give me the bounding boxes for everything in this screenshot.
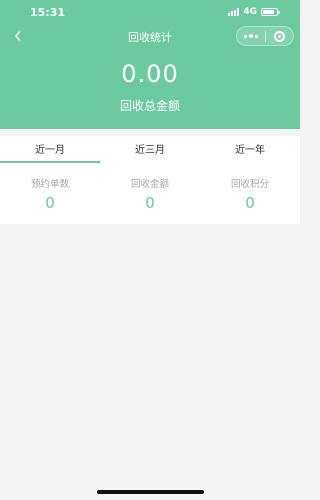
tab-one-year[interactable]: 近一年 [200,136,300,163]
stat-points-label: 回收积分 [230,179,269,190]
home-indicator [97,490,204,494]
network-type: 4G [243,7,257,17]
stat-orders-value: 0 [45,194,55,212]
total-amount-value: 0.00 [121,60,179,88]
stats-row: 预约单数 0 回收金额 0 回收积分 0 [0,176,300,212]
close-target-icon [273,30,285,42]
tab-three-months[interactable]: 近三月 [100,136,200,163]
stat-amount-label: 回收金额 [130,179,169,190]
more-button[interactable] [237,27,265,45]
close-button[interactable] [266,27,294,45]
tab-one-month[interactable]: 近一月 [0,136,100,163]
nav-bar: 回收统计 [0,26,300,48]
signal-icon [228,8,240,16]
battery-icon [261,8,280,16]
header: 15:31 4G 回收统计 0.00 回收总金额 [0,0,300,129]
status-time: 15:31 [30,6,66,19]
more-icon [243,34,258,38]
stats-card: 近一月 近三月 近一年 预约单数 0 回收金额 0 回收积分 0 [0,136,300,224]
total-amount-label: 回收总金额 [119,99,180,113]
stat-amount-value: 0 [145,194,155,212]
stat-amount: 回收金额 0 [100,176,200,212]
period-tabs: 近一月 近三月 近一年 [0,136,300,163]
mini-program-capsule [236,26,294,46]
stat-points: 回收积分 0 [200,176,300,212]
stat-points-value: 0 [245,194,255,212]
stat-orders: 预约单数 0 [0,176,100,212]
status-indicators: 4G [228,7,280,17]
status-bar: 15:31 4G [0,0,300,24]
stat-orders-label: 预约单数 [30,179,69,190]
page: 15:31 4G 回收统计 0.00 回收总金额 近一月 近三月 近一年 预约单… [0,0,300,500]
